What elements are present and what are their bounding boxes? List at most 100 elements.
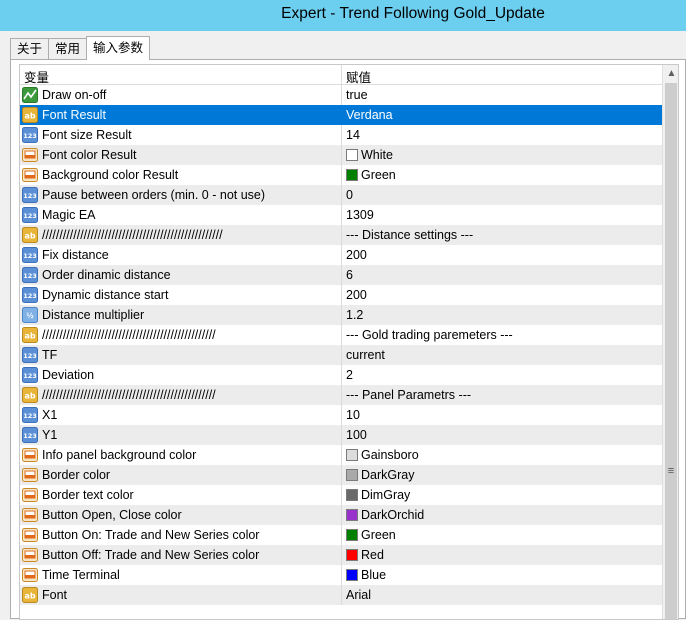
column-divider <box>341 525 342 545</box>
parameter-row[interactable]: 123 TF current <box>20 345 662 365</box>
parameter-value-text: --- Distance settings --- <box>346 228 474 242</box>
parameter-value[interactable]: DarkOrchid <box>346 508 424 522</box>
parameter-value[interactable]: 10 <box>346 408 360 422</box>
parameter-value[interactable]: Red <box>346 548 384 562</box>
svg-text:ab: ab <box>24 232 35 241</box>
parameter-value[interactable]: Green <box>346 528 396 542</box>
parameter-value[interactable]: 200 <box>346 288 367 302</box>
parameter-value[interactable]: 2 <box>346 368 353 382</box>
tab-common[interactable]: 常用 <box>48 38 88 60</box>
parameter-value-text: Arial <box>346 588 372 602</box>
parameter-row[interactable]: Time Terminal Blue <box>20 565 662 585</box>
parameter-value[interactable]: --- Panel Parametrs --- <box>346 388 471 402</box>
parameter-row[interactable]: ab //////////////////////////////////////… <box>20 225 662 245</box>
tab-inputs[interactable]: 输入参数 <box>86 36 151 60</box>
parameter-row[interactable]: Border text color DimGray <box>20 485 662 505</box>
column-header-variable[interactable]: 变量 <box>24 67 49 86</box>
parameter-value-text: Gainsboro <box>361 448 419 462</box>
frac-icon: ½ <box>22 307 38 323</box>
parameter-row[interactable]: Font color Result White <box>20 145 662 165</box>
parameter-value-text: DimGray <box>361 488 411 502</box>
parameter-value[interactable]: 200 <box>346 248 367 262</box>
column-divider <box>341 145 342 165</box>
parameter-value-text: 100 <box>346 428 367 442</box>
color-icon <box>22 527 38 543</box>
parameter-row[interactable]: ab Font Result Verdana <box>20 105 662 125</box>
parameter-row[interactable]: 123 Fix distance 200 <box>20 245 662 265</box>
column-header-value[interactable]: 赋值 <box>346 67 371 86</box>
parameter-row[interactable]: Button On: Trade and New Series color Gre… <box>20 525 662 545</box>
parameter-name: Magic EA <box>42 208 96 222</box>
column-divider <box>341 125 342 145</box>
parameter-name: Distance multiplier <box>42 308 145 322</box>
parameter-row[interactable]: 123 Magic EA 1309 <box>20 205 662 225</box>
parameter-value[interactable]: Gainsboro <box>346 448 419 462</box>
parameter-value[interactable]: Verdana <box>346 108 393 122</box>
parameter-value[interactable]: 1309 <box>346 208 374 222</box>
scroll-up-icon[interactable]: ▲ <box>663 65 678 82</box>
parameter-value[interactable]: true <box>346 88 368 102</box>
parameter-value[interactable]: current <box>346 348 385 362</box>
parameter-value-text: 2 <box>346 368 353 382</box>
parameter-value[interactable]: DimGray <box>346 488 410 502</box>
parameter-value-text: Verdana <box>346 108 393 122</box>
parameter-value-text: 1.2 <box>346 308 364 322</box>
column-divider <box>341 485 342 505</box>
parameter-row[interactable]: 123 Deviation 2 <box>20 365 662 385</box>
parameter-value[interactable]: 1.2 <box>346 308 363 322</box>
column-divider <box>341 505 342 525</box>
parameter-value[interactable]: White <box>346 148 393 162</box>
parameter-name: Order dinamic distance <box>42 268 171 282</box>
column-divider <box>341 385 342 405</box>
color-icon <box>22 447 38 463</box>
parameter-row[interactable]: ab Font Arial <box>20 585 662 605</box>
parameter-row[interactable]: ab //////////////////////////////////////… <box>20 385 662 405</box>
vertical-scrollbar[interactable]: ▲ ≡ <box>662 65 678 619</box>
num-icon: 123 <box>22 247 38 263</box>
svg-text:ab: ab <box>24 332 35 341</box>
svg-text:123: 123 <box>23 352 37 360</box>
parameter-row[interactable]: Button Off: Trade and New Series color Re… <box>20 545 662 565</box>
color-swatch <box>346 469 358 481</box>
parameter-row[interactable]: 123 Pause between orders (min. 0 - not us… <box>20 185 662 205</box>
column-divider <box>341 105 342 125</box>
parameter-value[interactable]: Blue <box>346 568 386 582</box>
parameter-value[interactable]: DarkGray <box>346 468 414 482</box>
svg-text:½: ½ <box>26 312 33 320</box>
column-divider <box>341 445 342 465</box>
parameter-row[interactable]: ½ Distance multiplier 1.2 <box>20 305 662 325</box>
parameter-row[interactable]: Draw on-off true <box>20 85 662 105</box>
parameter-row[interactable]: 123 Font size Result 14 <box>20 125 662 145</box>
parameter-row[interactable]: 123 Dynamic distance start 200 <box>20 285 662 305</box>
parameter-value-text: Blue <box>361 568 387 582</box>
parameter-name: Pause between orders (min. 0 - not use) <box>42 188 266 202</box>
svg-text:123: 123 <box>23 272 37 280</box>
grid-header: 变量 赋值 <box>20 65 662 85</box>
parameter-row[interactable]: Button Open, Close color DarkOrchid <box>20 505 662 525</box>
parameter-value[interactable]: Green <box>346 168 396 182</box>
parameter-row[interactable]: Info panel background color Gainsboro <box>20 445 662 465</box>
parameter-row[interactable]: 123 Y1 100 <box>20 425 662 445</box>
parameter-row[interactable]: Background color Result Green <box>20 165 662 185</box>
parameter-value[interactable]: --- Distance settings --- <box>346 228 473 242</box>
parameter-name: Border color <box>42 468 111 482</box>
num-icon: 123 <box>22 187 38 203</box>
parameter-row[interactable]: 123 X1 10 <box>20 405 662 425</box>
parameter-value[interactable]: 100 <box>346 428 367 442</box>
column-divider <box>341 225 342 245</box>
parameter-value[interactable]: --- Gold trading paremeters --- <box>346 328 513 342</box>
parameter-value[interactable]: 6 <box>346 268 353 282</box>
column-divider[interactable] <box>341 65 342 85</box>
parameter-name: Button On: Trade and New Series color <box>42 528 260 542</box>
color-swatch <box>346 569 358 581</box>
parameter-value[interactable]: 14 <box>346 128 360 142</box>
parameter-value[interactable]: Arial <box>346 588 371 602</box>
parameter-row[interactable]: Border color DarkGray <box>20 465 662 485</box>
parameter-row[interactable]: ab //////////////////////////////////////… <box>20 325 662 345</box>
parameter-value[interactable]: 0 <box>346 188 353 202</box>
scrollbar-thumb[interactable] <box>665 83 677 619</box>
tab-about[interactable]: 关于 <box>10 38 50 60</box>
svg-text:123: 123 <box>23 292 37 300</box>
parameter-row[interactable]: 123 Order dinamic distance 6 <box>20 265 662 285</box>
parameter-name: Info panel background color <box>42 448 197 462</box>
